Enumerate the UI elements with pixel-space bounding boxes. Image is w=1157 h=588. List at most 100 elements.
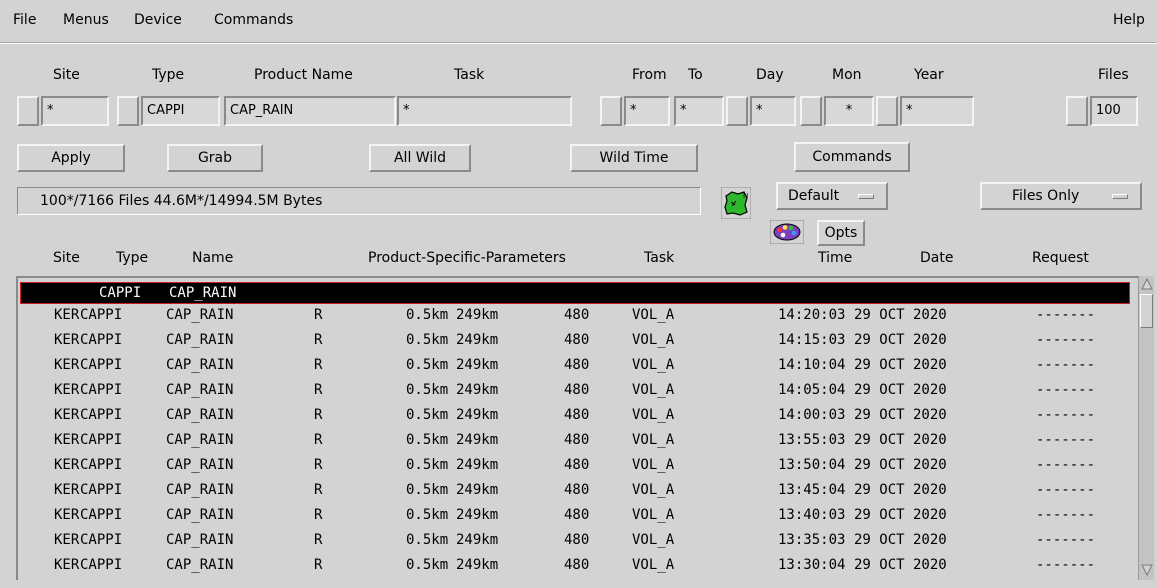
- wild-time-button[interactable]: Wild Time: [570, 144, 698, 172]
- from-wild-toggle[interactable]: [600, 96, 622, 126]
- list-item-date: 29 OCT 2020: [854, 482, 947, 498]
- list-item-name: CAP_RAIN: [166, 332, 234, 348]
- list-item-site: KER: [54, 432, 80, 448]
- list-item[interactable]: KER CAPPI CAP_RAIN R 0.5km 249km 480 VOL_A 13:35…: [18, 529, 1136, 551]
- list-item-task: VOL_A: [632, 482, 675, 498]
- files-wild-toggle[interactable]: [1066, 96, 1088, 126]
- list-item-type: CAPPI: [80, 532, 123, 548]
- list-item-request: -------: [1036, 457, 1096, 473]
- all-wild-button[interactable]: All Wild: [369, 144, 471, 172]
- list-item-height: 0.5km: [406, 457, 449, 473]
- menu-help[interactable]: Help: [1113, 12, 1145, 28]
- type-wild-toggle[interactable]: [117, 96, 139, 126]
- list-item-name: CAP_RAIN: [166, 507, 234, 523]
- task-field[interactable]: *: [397, 96, 572, 126]
- commands-button[interactable]: Commands: [794, 142, 910, 172]
- scroll-down-arrow-icon[interactable]: [1141, 564, 1153, 576]
- day-field[interactable]: *: [750, 96, 796, 126]
- site-field[interactable]: *: [41, 96, 109, 126]
- map-icon[interactable]: N: [720, 186, 752, 220]
- mon-wild-toggle[interactable]: [800, 96, 822, 126]
- list-item[interactable]: KER CAPPI CAP_RAIN R 0.5km 249km 480 VOL_A 13:40…: [18, 504, 1136, 526]
- menu-file[interactable]: File: [13, 12, 36, 28]
- year-field[interactable]: *: [900, 96, 974, 126]
- list-item[interactable]: KER CAPPI CAP_RAIN R 0.5km 249km 480 VOL_A 14:00…: [18, 404, 1136, 426]
- file-list[interactable]: CAPPI CAP_RAIN KER CAPPI CAP_RAIN R 0.5km 249…: [16, 276, 1138, 580]
- list-item-type: CAPPI: [80, 357, 123, 373]
- list-item-height: 0.5km: [406, 507, 449, 523]
- year-wild-toggle[interactable]: [876, 96, 898, 126]
- list-item[interactable]: KER CAPPI CAP_RAIN R 0.5km 249km 480 VOL_A 13:50…: [18, 454, 1136, 476]
- palette-icon[interactable]: [769, 219, 805, 245]
- list-item[interactable]: KER CAPPI CAP_RAIN R 0.5km 249km 480 VOL_A 14:05…: [18, 379, 1136, 401]
- to-field[interactable]: *: [674, 96, 724, 126]
- list-item-range: 249km: [456, 332, 499, 348]
- list-item[interactable]: KER CAPPI CAP_RAIN R 0.5km 249km 480 VOL_A 13:45…: [18, 479, 1136, 501]
- list-item-request: -------: [1036, 507, 1096, 523]
- selected-row[interactable]: CAPPI CAP_RAIN: [20, 282, 1130, 304]
- files-label: Files: [1098, 67, 1129, 83]
- menu-device[interactable]: Device: [134, 12, 182, 28]
- scrollbar-thumb[interactable]: [1140, 294, 1153, 328]
- list-item[interactable]: KER CAPPI CAP_RAIN R 0.5km 249km 480 VOL_A 14:10…: [18, 354, 1136, 376]
- list-item[interactable]: KER CAPPI CAP_RAIN R 0.5km 249km 480 VOL_A 14:15…: [18, 329, 1136, 351]
- list-item-size: 480: [564, 482, 590, 498]
- list-item[interactable]: KER CAPPI CAP_RAIN R 0.5km 249km 480 VOL_A 13:30…: [18, 554, 1136, 576]
- mon-field[interactable]: *: [824, 96, 874, 126]
- column-header-params: Product-Specific-Parameters: [368, 250, 566, 266]
- menu-menus[interactable]: Menus: [63, 12, 109, 28]
- list-item-task: VOL_A: [632, 457, 675, 473]
- list-item-name: CAP_RAIN: [166, 382, 234, 398]
- from-field[interactable]: *: [624, 96, 670, 126]
- list-item-request: -------: [1036, 532, 1096, 548]
- list-item-flag: R: [314, 532, 323, 548]
- list-item-size: 480: [564, 457, 590, 473]
- list-item-task: VOL_A: [632, 382, 675, 398]
- list-item-name: CAP_RAIN: [166, 457, 234, 473]
- default-selector[interactable]: Default: [776, 182, 888, 210]
- list-item-size: 480: [564, 507, 590, 523]
- list-item-type: CAPPI: [80, 407, 123, 423]
- list-item-time: 14:10:04: [778, 357, 846, 373]
- list-item[interactable]: KER CAPPI CAP_RAIN R 0.5km 249km 480 VOL_A 13:55…: [18, 429, 1136, 451]
- list-item-flag: R: [314, 432, 323, 448]
- day-wild-toggle[interactable]: [726, 96, 748, 126]
- list-item-type: CAPPI: [80, 307, 123, 323]
- list-item-time: 13:40:03: [778, 507, 846, 523]
- list-item-site: KER: [54, 507, 80, 523]
- list-item-height: 0.5km: [406, 532, 449, 548]
- list-item-task: VOL_A: [632, 357, 675, 373]
- list-item-request: -------: [1036, 432, 1096, 448]
- scroll-up-arrow-icon[interactable]: [1141, 278, 1153, 290]
- opts-button[interactable]: Opts: [817, 220, 865, 246]
- list-item[interactable]: KER CAPPI CAP_RAIN R 0.5km 249km 480 VOL_A 14:20…: [18, 304, 1136, 326]
- column-header-time: Time: [818, 250, 853, 266]
- list-item-time: 14:15:03: [778, 332, 846, 348]
- list-item-name: CAP_RAIN: [166, 357, 234, 373]
- list-item-height: 0.5km: [406, 557, 449, 573]
- list-item-request: -------: [1036, 307, 1096, 323]
- files-only-selector-label: Files Only: [1012, 188, 1080, 204]
- menu-commands[interactable]: Commands: [214, 12, 293, 28]
- product-name-field[interactable]: CAP_RAIN: [224, 96, 396, 126]
- grab-button[interactable]: Grab: [167, 144, 263, 172]
- list-item-request: -------: [1036, 357, 1096, 373]
- list-item-time: 14:20:03: [778, 307, 846, 323]
- apply-button[interactable]: Apply: [17, 144, 125, 172]
- column-header-type: Type: [116, 250, 149, 266]
- files-field[interactable]: 100: [1090, 96, 1138, 126]
- list-item-flag: R: [314, 457, 323, 473]
- list-item-date: 29 OCT 2020: [854, 432, 947, 448]
- list-item-name: CAP_RAIN: [166, 307, 234, 323]
- year-label: Year: [914, 67, 944, 83]
- list-item-name: CAP_RAIN: [166, 432, 234, 448]
- list-item-request: -------: [1036, 382, 1096, 398]
- type-field[interactable]: CAPPI: [141, 96, 220, 126]
- list-item-date: 29 OCT 2020: [854, 507, 947, 523]
- files-only-selector[interactable]: Files Only: [980, 182, 1142, 210]
- list-item-time: 13:45:04: [778, 482, 846, 498]
- site-wild-toggle[interactable]: [17, 96, 39, 126]
- list-scrollbar[interactable]: [1138, 276, 1154, 580]
- list-item-type: CAPPI: [80, 507, 123, 523]
- list-item-type: CAPPI: [80, 557, 123, 573]
